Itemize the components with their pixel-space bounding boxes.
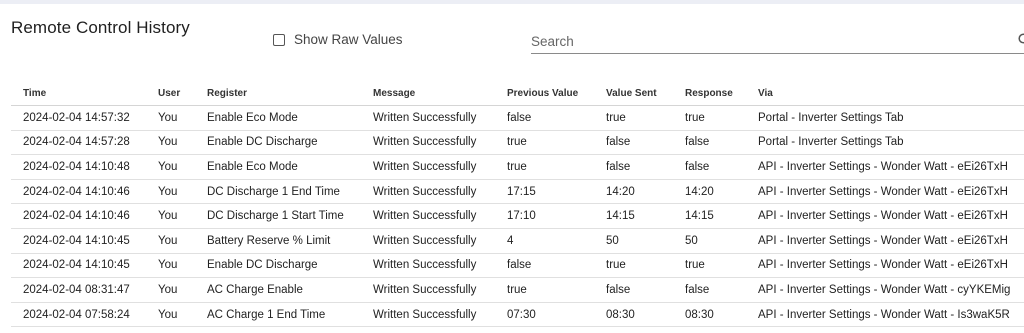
previous-value-cell: 07:30 [495,302,594,328]
via-cell: API - Inverter Settings - Wonder Watt - … [746,203,1024,229]
column-header-user[interactable]: User [146,82,195,106]
table-row[interactable]: 2024-02-04 14:57:32 You Enable Eco Mode Wri… [11,105,1024,131]
table-row[interactable]: 2024-02-04 14:57:28 You Enable DC Discharg… [11,130,1024,156]
user-cell: You [146,228,195,254]
time-cell: 2024-02-04 14:10:45 [11,228,146,254]
message-cell: Written Successfully [361,302,495,328]
column-header-register[interactable]: Register [195,82,361,106]
table-row[interactable]: 2024-02-04 08:31:47 You AC Charge Enable Wr… [11,277,1024,303]
response-cell: 14:15 [673,203,746,229]
table-header-row: Time User Register Message Previous Valu… [11,82,1024,106]
previous-value-cell: false [495,105,594,131]
time-cell: 2024-02-04 14:57:32 [11,105,146,131]
via-cell: API - Inverter Settings - Wonder Watt - … [746,154,1024,180]
value-sent-cell: 08:30 [594,302,673,328]
previous-value-cell: 17:15 [495,179,594,205]
response-cell: 08:30 [673,302,746,328]
page-title: Remote Control History [11,18,190,37]
table-row[interactable]: 2024-02-04 14:10:46 You DC Discharge 1 Sta… [11,203,1024,229]
show-raw-values-toggle[interactable]: Show Raw Values [273,32,403,47]
time-cell: 2024-02-04 07:58:24 [11,302,146,328]
time-cell: 2024-02-04 14:10:45 [11,253,146,279]
time-cell: 2024-02-04 14:10:46 [11,203,146,229]
user-cell: You [146,302,195,328]
show-raw-values-checkbox[interactable] [273,33,285,46]
previous-value-cell: 4 [495,228,594,254]
message-cell: Written Successfully [361,203,495,229]
table-row[interactable]: 2024-02-04 14:10:45 You Battery Reserve % … [11,228,1024,254]
message-cell: Written Successfully [361,154,495,180]
previous-value-cell: false [495,253,594,279]
value-sent-cell: true [594,105,673,131]
message-cell: Written Successfully [361,253,495,279]
response-cell: true [673,253,746,279]
register-cell: DC Discharge 1 End Time [195,179,361,205]
value-sent-cell: 14:15 [594,203,673,229]
via-cell: API - Inverter Settings - Wonder Watt - … [746,228,1024,254]
register-cell: Enable Eco Mode [195,154,361,180]
user-cell: You [146,105,195,131]
table-row[interactable]: 2024-02-04 14:10:45 You Enable DC Discharg… [11,253,1024,279]
register-cell: Enable DC Discharge [195,253,361,279]
time-cell: 2024-02-04 14:10:48 [11,154,146,180]
column-header-value-sent[interactable]: Value Sent [594,82,673,106]
response-cell: 14:20 [673,179,746,205]
time-cell: 2024-02-04 14:10:46 [11,179,146,205]
message-cell: Written Successfully [361,130,495,156]
column-header-message[interactable]: Message [361,82,495,106]
value-sent-cell: false [594,277,673,303]
response-cell: 50 [673,228,746,254]
value-sent-cell: false [594,130,673,156]
column-header-response[interactable]: Response [673,82,746,106]
via-cell: Portal - Inverter Settings Tab [746,105,1024,131]
message-cell: Written Successfully [361,105,495,131]
register-cell: AC Charge 1 End Time [195,302,361,328]
via-cell: Portal - Inverter Settings Tab [746,130,1024,156]
via-cell: API - Inverter Settings - Wonder Watt - … [746,253,1024,279]
response-cell: false [673,277,746,303]
table-row[interactable]: 2024-02-04 14:10:46 You DC Discharge 1 End… [11,179,1024,205]
previous-value-cell: 17:10 [495,203,594,229]
column-header-via[interactable]: Via [746,82,1024,106]
search-box[interactable] [531,30,1024,54]
search-input[interactable] [531,30,1001,52]
user-cell: You [146,277,195,303]
via-cell: API - Inverter Settings - Wonder Watt - … [746,277,1024,303]
time-cell: 2024-02-04 14:57:28 [11,130,146,156]
value-sent-cell: true [594,253,673,279]
user-cell: You [146,154,195,180]
register-cell: Enable Eco Mode [195,105,361,131]
column-header-time[interactable]: Time [11,82,146,106]
column-header-previous-value[interactable]: Previous Value [495,82,594,106]
user-cell: You [146,253,195,279]
table-row[interactable]: 2024-02-04 14:10:48 You Enable Eco Mode Wri… [11,154,1024,180]
response-cell: true [673,105,746,131]
via-cell: API - Inverter Settings - Wonder Watt - … [746,179,1024,205]
register-cell: AC Charge Enable [195,277,361,303]
user-cell: You [146,130,195,156]
message-cell: Written Successfully [361,179,495,205]
show-raw-values-label: Show Raw Values [294,32,403,47]
register-cell: DC Discharge 1 Start Time [195,203,361,229]
value-sent-cell: 14:20 [594,179,673,205]
remote-control-history-table: Time User Register Message Previous Valu… [11,82,1024,328]
value-sent-cell: false [594,154,673,180]
response-cell: false [673,130,746,156]
previous-value-cell: true [495,130,594,156]
user-cell: You [146,203,195,229]
register-cell: Battery Reserve % Limit [195,228,361,254]
via-cell: API - Inverter Settings - Wonder Watt - … [746,302,1024,328]
top-strip [0,0,1024,4]
user-cell: You [146,179,195,205]
table-row[interactable]: 2024-02-04 07:58:24 You AC Charge 1 End Ti… [11,302,1024,328]
value-sent-cell: 50 [594,228,673,254]
previous-value-cell: true [495,154,594,180]
search-icon[interactable] [1018,33,1024,46]
previous-value-cell: true [495,277,594,303]
message-cell: Written Successfully [361,228,495,254]
time-cell: 2024-02-04 08:31:47 [11,277,146,303]
register-cell: Enable DC Discharge [195,130,361,156]
response-cell: false [673,154,746,180]
message-cell: Written Successfully [361,277,495,303]
